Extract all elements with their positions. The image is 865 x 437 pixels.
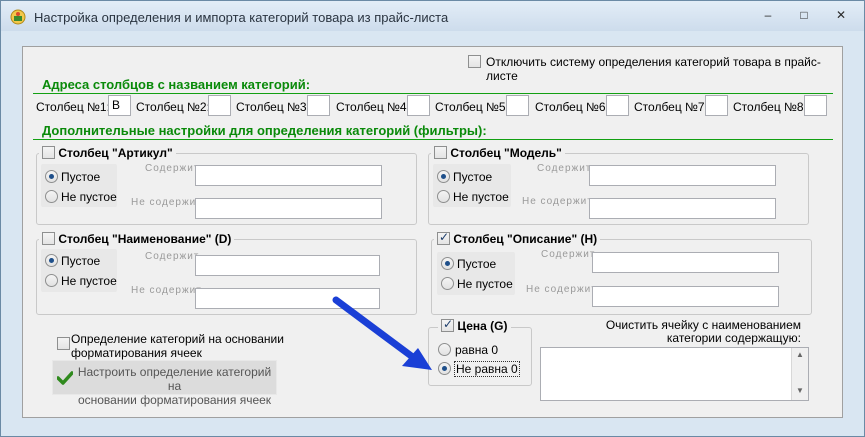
column-4-label: Столбец №4: xyxy=(336,100,410,114)
column-7-label: Столбец №7: xyxy=(634,100,708,114)
model-not-contains-label: Не содержит xyxy=(522,196,593,207)
formatting-detection-label-line2: форматирования ячеек xyxy=(71,346,202,360)
column-5-field[interactable] xyxy=(506,95,529,116)
name-group-title: Столбец "Наименование" (D) xyxy=(58,232,232,246)
columns-section-title: Адреса столбцов с названием категорий: xyxy=(42,77,311,92)
model-not-contains-field[interactable] xyxy=(589,198,776,219)
article-filter-checkbox[interactable] xyxy=(42,146,55,160)
article-group-title: Столбец "Артикул" xyxy=(58,146,173,160)
clear-cell-label-line2: категории содержащую: xyxy=(666,331,801,345)
model-contains-field[interactable] xyxy=(589,165,776,186)
column-6-label: Столбец №6: xyxy=(535,100,609,114)
column-2-field[interactable] xyxy=(208,95,231,116)
column-1-field[interactable]: B xyxy=(108,95,131,116)
model-not-empty-radio[interactable] xyxy=(437,190,450,203)
article-empty-radio[interactable] xyxy=(45,170,58,183)
description-group-title: Столбец "Описание" (H) xyxy=(453,232,598,246)
model-empty-radio[interactable] xyxy=(437,170,450,183)
article-not-contains-label: Не содержит xyxy=(131,197,202,208)
clear-cell-label: Очистить ячейку с наименованием категори… xyxy=(543,319,801,345)
article-contains-label: Содержит xyxy=(145,163,200,174)
name-filter-checkbox[interactable] xyxy=(42,232,55,246)
name-not-empty-radio[interactable] xyxy=(45,274,58,287)
name-empty-label: Пустое xyxy=(61,254,101,268)
scroll-down-icon[interactable]: ▼ xyxy=(796,386,804,395)
name-not-empty-label: Не пустое xyxy=(61,274,117,288)
column-4-field[interactable] xyxy=(407,95,430,116)
description-empty-radio[interactable] xyxy=(441,257,454,270)
price-group-title: Цена (G) xyxy=(457,319,508,333)
clear-cell-textarea[interactable] xyxy=(540,347,809,401)
column-7-field[interactable] xyxy=(705,95,728,116)
article-contains-field[interactable] xyxy=(195,165,382,186)
name-not-contains-label: Не содержит xyxy=(131,285,202,296)
columns-section-rule xyxy=(33,93,833,94)
column-8-label: Столбец №8: xyxy=(733,100,807,114)
formatting-detection-label: Определение категорий на основании форма… xyxy=(71,332,284,360)
column-3-label: Столбец №3: xyxy=(236,100,310,114)
clear-cell-scrollbar[interactable]: ▲ ▼ xyxy=(791,348,808,400)
price-group-header: Цена (G) xyxy=(438,317,511,334)
disable-system-label: Отключить систему определения категорий … xyxy=(486,55,821,83)
scroll-up-icon[interactable]: ▲ xyxy=(796,350,804,359)
description-contains-label: Содержит xyxy=(541,249,596,260)
description-not-empty-radio[interactable] xyxy=(441,277,454,290)
column-6-field[interactable] xyxy=(606,95,629,116)
article-not-contains-field[interactable] xyxy=(195,198,382,219)
minimize-button[interactable]: – xyxy=(754,5,782,25)
formatting-detection-checkbox[interactable] xyxy=(57,337,70,350)
column-2-label: Столбец №2: xyxy=(136,100,210,114)
filters-section-title: Дополнительные настройки для определения… xyxy=(42,123,487,138)
disable-system-checkbox[interactable] xyxy=(468,55,481,68)
maximize-button[interactable]: □ xyxy=(790,5,818,25)
price-not-equals-zero-radio[interactable] xyxy=(438,362,451,375)
description-not-contains-label: Не содержит xyxy=(526,284,597,295)
model-filter-checkbox[interactable] xyxy=(434,146,447,160)
formatting-detection-label-line1: Определение категорий на основании xyxy=(71,332,284,346)
name-empty-radio[interactable] xyxy=(45,254,58,267)
article-group-header: Столбец "Артикул" xyxy=(39,146,176,161)
description-empty-label: Пустое xyxy=(457,257,497,271)
settings-window: Настройка определения и импорта категори… xyxy=(0,0,865,437)
configure-formatting-button-label: Настроить определение категорий на основ… xyxy=(73,365,276,407)
description-not-empty-label: Не пустое xyxy=(457,277,513,291)
app-icon xyxy=(10,9,26,25)
description-group-header: Столбец "Описание" (H) xyxy=(434,230,601,247)
window-title: Настройка определения и импорта категори… xyxy=(34,10,449,25)
configure-formatting-line1: Настроить определение категорий на xyxy=(77,365,272,393)
price-filter-checkbox[interactable] xyxy=(441,317,454,333)
description-filter-checkbox[interactable] xyxy=(437,230,450,246)
close-button[interactable]: ✕ xyxy=(827,5,855,25)
price-equals-zero-label: равна 0 xyxy=(455,343,499,357)
article-empty-label: Пустое xyxy=(61,170,101,184)
configure-formatting-line2: основании форматирования ячеек xyxy=(77,393,272,407)
model-contains-label: Содержит xyxy=(537,163,592,174)
filters-section-rule xyxy=(33,139,833,140)
model-group-title: Столбец "Модель" xyxy=(450,146,562,160)
price-equals-zero-radio[interactable] xyxy=(438,343,451,356)
model-group-header: Столбец "Модель" xyxy=(431,146,565,161)
name-contains-label: Содержит xyxy=(145,251,200,262)
client-area: Отключить систему определения категорий … xyxy=(22,46,843,418)
title-bar: Настройка определения и импорта категори… xyxy=(1,1,864,31)
article-not-empty-label: Не пустое xyxy=(61,190,117,204)
model-empty-label: Пустое xyxy=(453,170,493,184)
name-group-header: Столбец "Наименование" (D) xyxy=(39,232,235,247)
description-contains-field[interactable] xyxy=(592,252,779,273)
column-3-field[interactable] xyxy=(307,95,330,116)
price-not-equals-zero-label: Не равна 0 xyxy=(454,361,520,377)
article-not-empty-radio[interactable] xyxy=(45,190,58,203)
model-not-empty-label: Не пустое xyxy=(453,190,509,204)
column-5-label: Столбец №5: xyxy=(435,100,509,114)
column-1-label: Столбец №1: xyxy=(36,100,110,114)
annotation-arrow-icon xyxy=(332,296,432,370)
name-contains-field[interactable] xyxy=(195,255,380,276)
column-8-field[interactable] xyxy=(804,95,827,116)
checkmark-icon xyxy=(57,371,73,385)
description-not-contains-field[interactable] xyxy=(592,286,779,307)
configure-formatting-button[interactable]: Настроить определение категорий на основ… xyxy=(52,360,277,407)
